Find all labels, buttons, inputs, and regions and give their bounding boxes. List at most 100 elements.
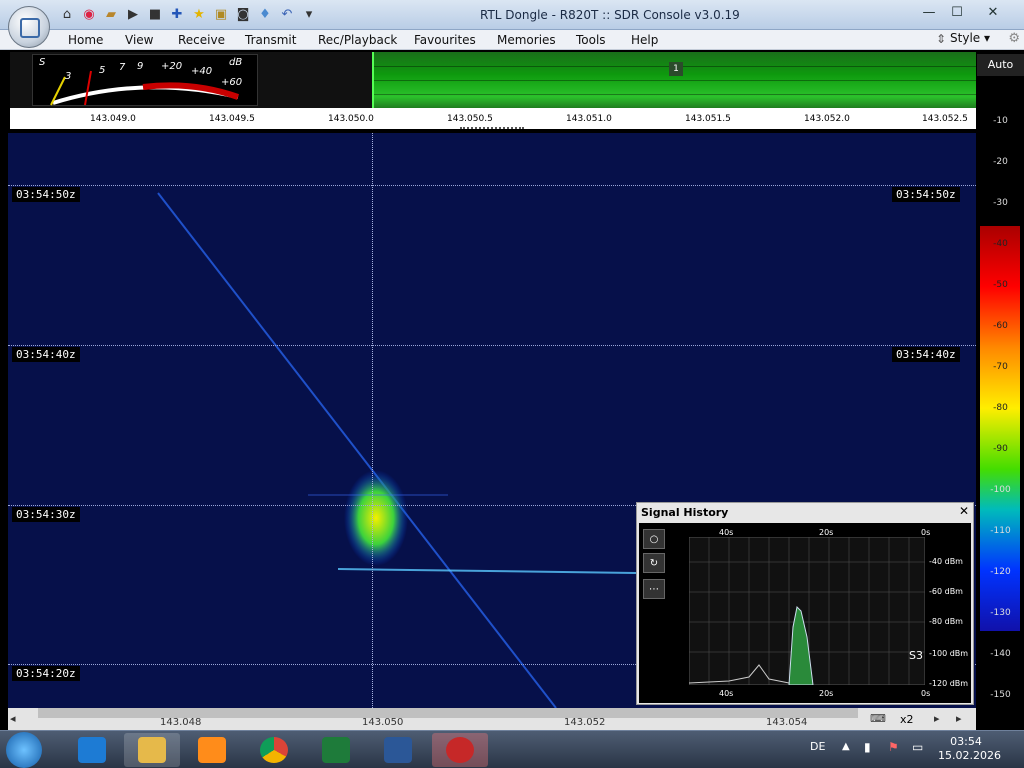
s-unit-reading: S3 — [909, 649, 923, 662]
app-logo-icon — [20, 18, 40, 38]
center-frequency-line — [372, 133, 373, 708]
drop-icon[interactable]: ♦ — [256, 6, 274, 24]
tray-network-icon[interactable]: ▭ — [912, 740, 923, 754]
history-axis-top: 20s — [819, 528, 834, 537]
folder-icon — [138, 737, 166, 763]
tab-home[interactable]: Home — [68, 33, 103, 47]
qat-dropdown-icon[interactable]: ▾ — [300, 6, 318, 24]
undo-icon[interactable]: ↶ — [278, 6, 296, 24]
zoom-arrow-icon[interactable]: ▸ — [934, 712, 940, 725]
bottom-freq-label: 143.052 — [564, 717, 606, 728]
lock-icon[interactable]: ▣ — [212, 6, 230, 24]
system-clock[interactable]: 03:54 15.02.2026 — [938, 735, 1001, 763]
taskbar-sdr-console[interactable] — [432, 733, 488, 767]
db-tick: -80 — [993, 403, 1008, 413]
history-axis-bottom: 20s — [819, 689, 834, 698]
signal-history-close-button[interactable]: ✕ — [959, 504, 969, 518]
start-button[interactable] — [6, 732, 42, 768]
excel-icon — [322, 737, 350, 763]
time-gridline — [8, 345, 976, 346]
chrome-icon — [260, 737, 288, 763]
bottom-frequency-bar[interactable]: ◂ 143.048 143.050 143.052 143.054 ⌨ x2 ▸… — [8, 708, 976, 732]
bottom-freq-label: 143.048 — [160, 717, 202, 728]
home-icon[interactable]: ⌂ — [58, 6, 76, 24]
timestamp-left: 03:54:20z — [12, 666, 80, 681]
scroll-left-icon[interactable]: ◂ — [10, 712, 16, 725]
quick-access-toolbar: ⌂ ◉ ▰ ▶ ■ ✚ ★ ▣ ◙ ♦ ↶ ▾ — [58, 6, 318, 24]
s-scale-7: 7 — [119, 62, 126, 73]
vfo-badge[interactable]: 1 — [669, 62, 683, 76]
auto-level-button[interactable]: Auto — [977, 54, 1024, 76]
freq-tick: 143.049.0 — [90, 114, 136, 124]
signal-history-panel: Signal History ✕ ○ ↻ ⋯ 40s 20s 0s 40s 20… — [636, 502, 974, 705]
taskbar-chrome[interactable] — [246, 733, 302, 767]
s-meter: S dB 3 5 7 9 +20 +40 +60 — [32, 54, 258, 106]
tab-favourites[interactable]: Favourites — [414, 33, 476, 47]
scale-drag-handle[interactable] — [460, 127, 524, 130]
tray-flag-icon[interactable]: ⚑ — [888, 740, 899, 754]
zoom-level[interactable]: x2 — [900, 713, 914, 726]
s-scale-5: 5 — [99, 65, 106, 76]
tab-memories[interactable]: Memories — [497, 33, 556, 47]
tab-help[interactable]: Help — [631, 33, 658, 47]
style-spinner-icon[interactable]: ⇕ — [936, 32, 946, 46]
minimize-button[interactable]: — — [916, 3, 942, 23]
folder-icon[interactable]: ▰ — [102, 6, 120, 24]
db-tick: -120 — [990, 567, 1011, 577]
play-icon[interactable]: ▶ — [124, 6, 142, 24]
s-scale-3: 3 — [65, 71, 72, 82]
tray-expand-icon[interactable]: ▲ — [842, 741, 850, 752]
freq-tick: 143.051.0 — [566, 114, 612, 124]
history-y-label: -80 dBm — [929, 617, 963, 626]
app-menu-button[interactable] — [8, 6, 50, 48]
history-more-button[interactable]: ⋯ — [643, 579, 665, 599]
timestamp-right: 03:54:50z — [892, 187, 960, 202]
signal-history-body: ○ ↻ ⋯ 40s 20s 0s 40s 20s 0s -40 dBm -60 … — [639, 523, 971, 703]
settings-gear-icon[interactable]: ⚙ — [1008, 31, 1020, 46]
tab-view[interactable]: View — [125, 33, 153, 47]
freq-tick: 143.052.0 — [804, 114, 850, 124]
tab-receive[interactable]: Receive — [178, 33, 225, 47]
s-scale-9: 9 — [137, 61, 144, 72]
camera-icon[interactable]: ◙ — [234, 6, 252, 24]
db-label: dB — [229, 57, 243, 68]
freq-tick: 143.050.0 — [328, 114, 374, 124]
tab-tools[interactable]: Tools — [576, 33, 606, 47]
stop-icon[interactable]: ■ — [146, 6, 164, 24]
db-tick: -100 — [990, 485, 1011, 495]
scroll-right-icon[interactable]: ▸ — [956, 712, 962, 725]
frequency-scale[interactable]: 143.049.0 143.049.5 143.050.0 143.050.5 … — [10, 108, 976, 132]
taskbar-excel[interactable] — [308, 733, 364, 767]
sdr-console-icon — [446, 737, 474, 763]
timestamp-left: 03:54:50z — [12, 187, 80, 202]
tab-transmit[interactable]: Transmit — [245, 33, 296, 47]
style-menu-button[interactable]: Style ▾ — [950, 31, 990, 45]
lifebuoy-icon[interactable]: ◉ — [80, 6, 98, 24]
bottom-freq-label: 143.054 — [766, 717, 808, 728]
tab-rec-playback[interactable]: Rec/Playback — [318, 33, 397, 47]
word-icon — [384, 737, 412, 763]
history-record-button[interactable]: ○ — [643, 529, 665, 549]
db-scale[interactable]: Auto -10 -20 -30 -40 -50 -60 -70 -80 -90… — [977, 50, 1024, 732]
taskbar-media-player[interactable] — [184, 733, 240, 767]
spectrum-display[interactable]: 1 — [372, 52, 976, 108]
keyboard-icon[interactable]: ⌨ — [870, 712, 886, 725]
history-axis-bottom: 40s — [719, 689, 734, 698]
close-button[interactable]: ✕ — [980, 3, 1006, 23]
history-axis-top: 40s — [719, 528, 734, 537]
add-icon[interactable]: ✚ — [168, 6, 186, 24]
history-reset-button[interactable]: ↻ — [643, 553, 665, 573]
star-icon[interactable]: ★ — [190, 6, 208, 24]
db-tick: -30 — [993, 198, 1008, 208]
media-player-icon — [198, 737, 226, 763]
tray-app-icon[interactable]: ▮ — [864, 740, 871, 754]
taskbar-explorer[interactable] — [124, 733, 180, 767]
taskbar-word[interactable] — [370, 733, 426, 767]
s-scale-60: +60 — [221, 77, 243, 88]
window-title: RTL Dongle - R820T :: SDR Console v3.0.1… — [480, 8, 740, 22]
taskbar-ie[interactable] — [64, 733, 120, 767]
ribbon-menu: Home View Receive Transmit Rec/Playback … — [0, 30, 1024, 50]
input-language[interactable]: DE — [810, 740, 825, 753]
maximize-button[interactable]: ☐ — [944, 3, 970, 23]
db-tick: -140 — [990, 649, 1011, 659]
